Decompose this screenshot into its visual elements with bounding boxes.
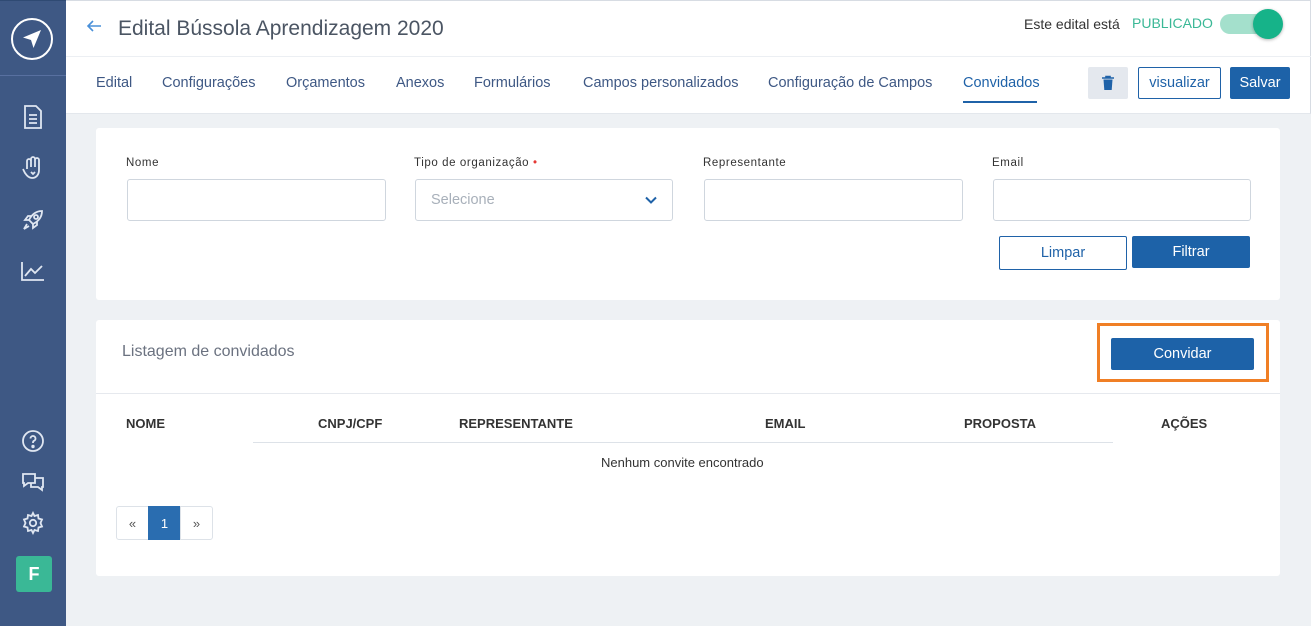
user-avatar[interactable]: F bbox=[16, 556, 52, 592]
nome-label: Nome bbox=[126, 157, 160, 169]
required-marker: • bbox=[532, 157, 538, 169]
page-title: Edital Bússola Aprendizagem 2020 bbox=[118, 17, 444, 40]
tipo-label: Tipo de organização • bbox=[414, 157, 538, 169]
nome-input[interactable] bbox=[127, 179, 386, 221]
status-value: PUBLICADO bbox=[1132, 15, 1213, 31]
trash-icon bbox=[1102, 75, 1114, 90]
tipo-organizacao-select[interactable]: Selecione bbox=[415, 179, 673, 221]
rocket-icon[interactable] bbox=[19, 206, 47, 234]
filter-button[interactable]: Filtrar bbox=[1132, 236, 1250, 268]
chevron-down-icon bbox=[644, 193, 658, 212]
table-header-divider bbox=[253, 442, 1113, 443]
pagination-next[interactable]: » bbox=[180, 506, 213, 540]
document-icon[interactable] bbox=[19, 103, 47, 131]
tab-orcamentos[interactable]: Orçamentos bbox=[286, 75, 365, 91]
publish-toggle-knob[interactable] bbox=[1253, 9, 1283, 39]
pagination-prev[interactable]: « bbox=[116, 506, 149, 540]
representante-label: Representante bbox=[703, 157, 787, 169]
delete-button[interactable] bbox=[1088, 67, 1128, 99]
list-title: Listagem de convidados bbox=[122, 343, 295, 360]
save-button[interactable]: Salvar bbox=[1230, 67, 1290, 99]
app-logo-icon[interactable] bbox=[11, 18, 53, 60]
tab-anexos[interactable]: Anexos bbox=[396, 75, 444, 91]
back-arrow-icon[interactable] bbox=[86, 17, 102, 40]
settings-icon[interactable] bbox=[19, 509, 47, 537]
active-tab-indicator bbox=[963, 101, 1037, 103]
page-header: Edital Bússola Aprendizagem 2020 Este ed… bbox=[66, 0, 1311, 114]
list-divider bbox=[96, 393, 1280, 394]
column-header-cnpj-cpf: CNPJ/CPF bbox=[318, 416, 383, 431]
tab-configuracoes[interactable]: Configurações bbox=[162, 75, 256, 91]
chart-icon[interactable] bbox=[19, 257, 47, 285]
tab-convidados[interactable]: Convidados bbox=[963, 75, 1040, 91]
representante-input[interactable] bbox=[704, 179, 963, 221]
tab-formularios[interactable]: Formulários bbox=[474, 75, 551, 91]
status-label: Este edital está bbox=[1024, 16, 1120, 32]
tab-edital[interactable]: Edital bbox=[96, 75, 132, 91]
view-button[interactable]: visualizar bbox=[1138, 67, 1221, 99]
tipo-placeholder: Selecione bbox=[431, 192, 495, 208]
chat-icon[interactable] bbox=[19, 468, 47, 496]
invite-button[interactable]: Convidar bbox=[1111, 338, 1254, 370]
column-header-acoes: AÇÕES bbox=[1161, 416, 1208, 431]
sidebar-divider bbox=[0, 75, 66, 76]
tab-configuracao-de-campos[interactable]: Configuração de Campos bbox=[768, 75, 932, 91]
column-header-nome: NOME bbox=[126, 416, 165, 431]
column-header-email: EMAIL bbox=[765, 416, 806, 431]
hand-heart-icon[interactable] bbox=[19, 154, 47, 182]
header-divider bbox=[66, 56, 1311, 57]
tab-campos-personalizados[interactable]: Campos personalizados bbox=[583, 75, 739, 91]
column-header-representante: REPRESENTANTE bbox=[459, 416, 573, 431]
pagination: « 1 » bbox=[116, 506, 213, 540]
column-header-proposta: PROPOSTA bbox=[964, 416, 1036, 431]
help-icon[interactable] bbox=[19, 427, 47, 455]
pagination-page-1[interactable]: 1 bbox=[148, 506, 181, 540]
email-label: Email bbox=[992, 157, 1024, 169]
email-input[interactable] bbox=[993, 179, 1251, 221]
empty-message: Nenhum convite encontrado bbox=[601, 455, 764, 470]
clear-button[interactable]: Limpar bbox=[999, 236, 1127, 270]
sidebar: F bbox=[0, 0, 66, 626]
